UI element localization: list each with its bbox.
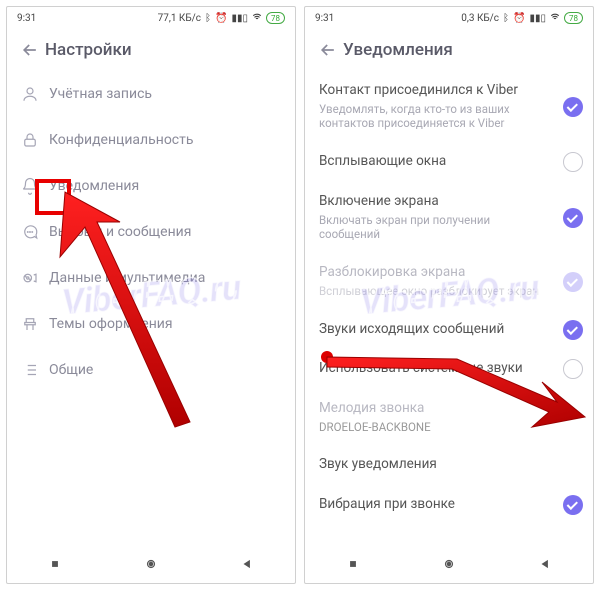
row-title: Мелодия звонка <box>319 400 553 418</box>
notifications-list: Контакт присоединился к Viber Уведомлять… <box>305 71 593 547</box>
row-title: Использовать системные звуки <box>319 360 553 378</box>
back-button[interactable] <box>15 40 45 60</box>
row-title: Вибрация при звонке <box>319 496 553 514</box>
message-icon <box>21 223 49 241</box>
checkbox-checked-icon[interactable] <box>563 97 583 117</box>
checkbox-checked-icon[interactable] <box>563 495 583 515</box>
alarm-icon: ⏰ <box>215 13 227 24</box>
menu-item-media[interactable]: Данные и мультимедиа <box>7 255 295 301</box>
menu-item-calls[interactable]: Вызовы и сообщения <box>7 209 295 255</box>
status-time: 9:31 <box>17 13 36 24</box>
page-title: Настройки <box>45 40 132 60</box>
page-title: Уведомления <box>343 40 453 60</box>
row-vibrate-call[interactable]: Вибрация при звонке <box>305 485 593 525</box>
statusbar: 9:31 0,3 КБ/с ᛒ ⏰ ▮▮▯ 78 <box>305 7 593 29</box>
status-net: 0,3 КБ/с <box>461 13 499 24</box>
lock-icon <box>21 131 49 149</box>
row-unlock-screen: Разблокировка экрана Всплывающее окно ра… <box>305 253 593 309</box>
android-navbar <box>305 547 593 583</box>
nav-home-icon[interactable] <box>144 556 158 575</box>
menu-label: Конфиденциальность <box>49 132 193 148</box>
row-system-sounds[interactable]: Использовать системные звуки <box>305 349 593 389</box>
row-subtitle: Всплывающее окно разблокирует экран <box>319 284 553 299</box>
row-title: Включение экрана <box>319 193 553 211</box>
checkbox-checked-icon[interactable] <box>563 208 583 228</box>
row-screen-on[interactable]: Включение экрана Включать экран при полу… <box>305 182 593 253</box>
row-title: Контакт присоединился к Viber <box>319 82 553 100</box>
nav-back-icon[interactable] <box>240 556 254 575</box>
alarm-icon: ⏰ <box>513 13 525 24</box>
theme-icon <box>21 315 49 333</box>
menu-label: Общие <box>49 362 93 378</box>
menu-item-themes[interactable]: Темы оформления <box>7 301 295 347</box>
signal-icon: ▮▮▯ <box>231 13 248 24</box>
row-title: Всплывающие окна <box>319 153 553 171</box>
header: Настройки <box>7 29 295 71</box>
user-icon <box>21 85 49 103</box>
bell-icon <box>21 177 49 195</box>
status-net: 77,1 КБ/с <box>158 13 201 24</box>
row-subtitle: DROELOE-BACKBONE <box>319 420 553 435</box>
android-navbar <box>7 547 295 583</box>
statusbar: 9:31 77,1 КБ/с ᛒ ⏰ ▮▮▯ 78 <box>7 7 295 29</box>
nav-recent-icon[interactable] <box>48 556 62 575</box>
nav-back-icon[interactable] <box>538 556 552 575</box>
battery-icon: 78 <box>266 12 285 24</box>
wifi-icon <box>252 12 262 25</box>
menu-item-account[interactable]: Учётная запись <box>7 71 295 117</box>
bluetooth-icon: ᛒ <box>205 13 211 24</box>
menu-label: Вызовы и сообщения <box>49 224 191 240</box>
row-ringtone[interactable]: Мелодия звонка DROELOE-BACKBONE <box>305 389 593 445</box>
menu-item-general[interactable]: Общие <box>7 347 295 393</box>
battery-icon: 78 <box>564 12 583 24</box>
bluetooth-icon: ᛒ <box>503 13 509 24</box>
settings-list: Учётная запись Конфиденциальность Уведом… <box>7 71 295 547</box>
row-subtitle: Уведомлять, когда кто-то из ваших контак… <box>319 102 553 132</box>
wifi-icon <box>550 12 560 25</box>
media-icon <box>21 269 49 287</box>
menu-item-privacy[interactable]: Конфиденциальность <box>7 117 295 163</box>
phone-right: 9:31 0,3 КБ/с ᛒ ⏰ ▮▮▯ 78 Уведомления Кон… <box>304 6 594 584</box>
row-notification-sound[interactable]: Звук уведомления <box>305 445 593 485</box>
nav-recent-icon[interactable] <box>346 556 360 575</box>
signal-icon: ▮▮▯ <box>529 13 546 24</box>
back-button[interactable] <box>313 40 343 60</box>
status-time: 9:31 <box>315 13 334 24</box>
row-title: Разблокировка экрана <box>319 264 553 282</box>
row-title: Звуки исходящих сообщений <box>319 321 553 339</box>
menu-label: Данные и мультимедиа <box>49 270 205 286</box>
checkbox-checked-icon <box>563 272 583 292</box>
list-icon <box>21 361 49 379</box>
menu-item-notifications[interactable]: Уведомления <box>7 163 295 209</box>
row-title: Звук уведомления <box>319 456 553 474</box>
header: Уведомления <box>305 29 593 71</box>
row-contact-joined[interactable]: Контакт присоединился к Viber Уведомлять… <box>305 71 593 142</box>
menu-label: Учётная запись <box>49 86 152 102</box>
checkbox-checked-icon[interactable] <box>563 320 583 340</box>
menu-label: Уведомления <box>49 178 139 194</box>
row-outgoing-sounds[interactable]: Звуки исходящих сообщений <box>305 310 593 350</box>
checkbox-unchecked-icon[interactable] <box>563 152 583 172</box>
row-subtitle: Включать экран при получении сообщений <box>319 213 553 243</box>
checkbox-unchecked-icon[interactable] <box>563 359 583 379</box>
row-popups[interactable]: Всплывающие окна <box>305 142 593 182</box>
phone-left: 9:31 77,1 КБ/с ᛒ ⏰ ▮▮▯ 78 Настройки Учёт… <box>6 6 296 584</box>
menu-label: Темы оформления <box>49 316 173 332</box>
nav-home-icon[interactable] <box>442 556 456 575</box>
